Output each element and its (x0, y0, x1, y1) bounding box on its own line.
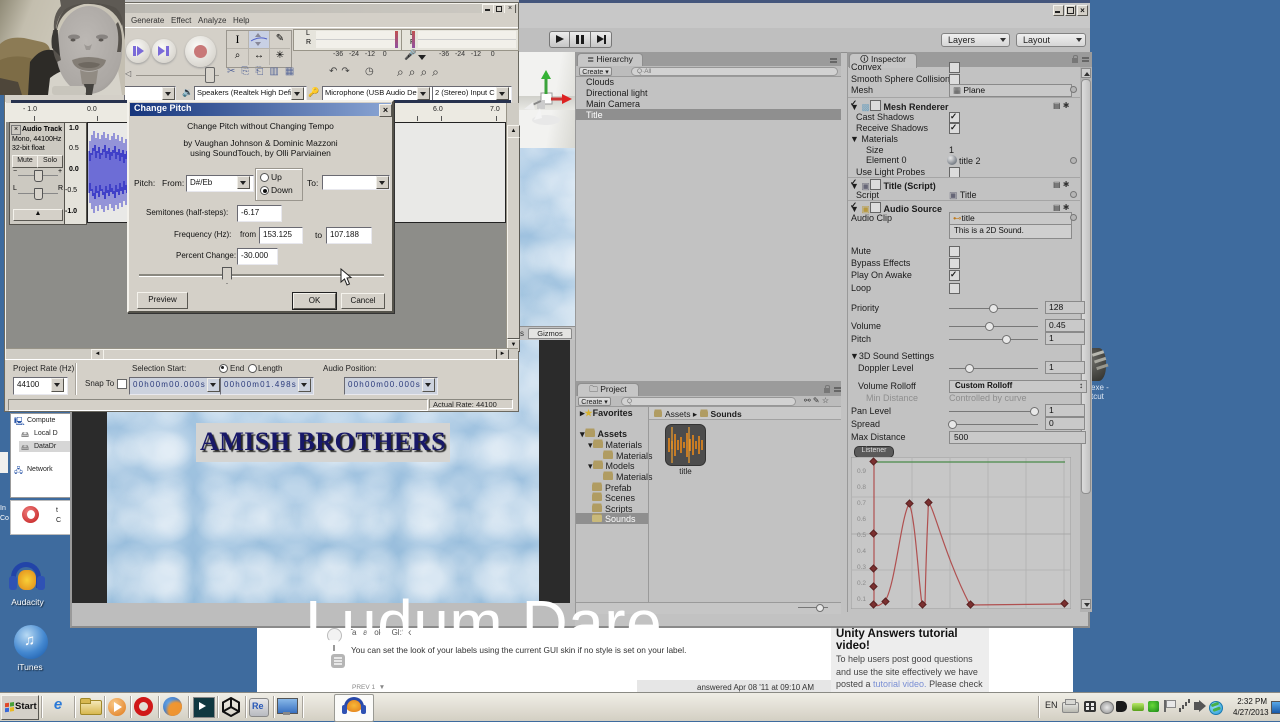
svg-text:0.8: 0.8 (857, 484, 866, 491)
svg-text:0.1: 0.1 (857, 596, 866, 603)
svg-text:0.3: 0.3 (857, 564, 866, 571)
svg-text:0.2: 0.2 (857, 580, 866, 587)
svg-text:0.5: 0.5 (857, 532, 866, 539)
svg-text:0.9: 0.9 (857, 468, 866, 475)
svg-text:0.6: 0.6 (857, 516, 866, 523)
svg-text:0.4: 0.4 (857, 548, 866, 555)
svg-text:0.7: 0.7 (857, 500, 866, 507)
